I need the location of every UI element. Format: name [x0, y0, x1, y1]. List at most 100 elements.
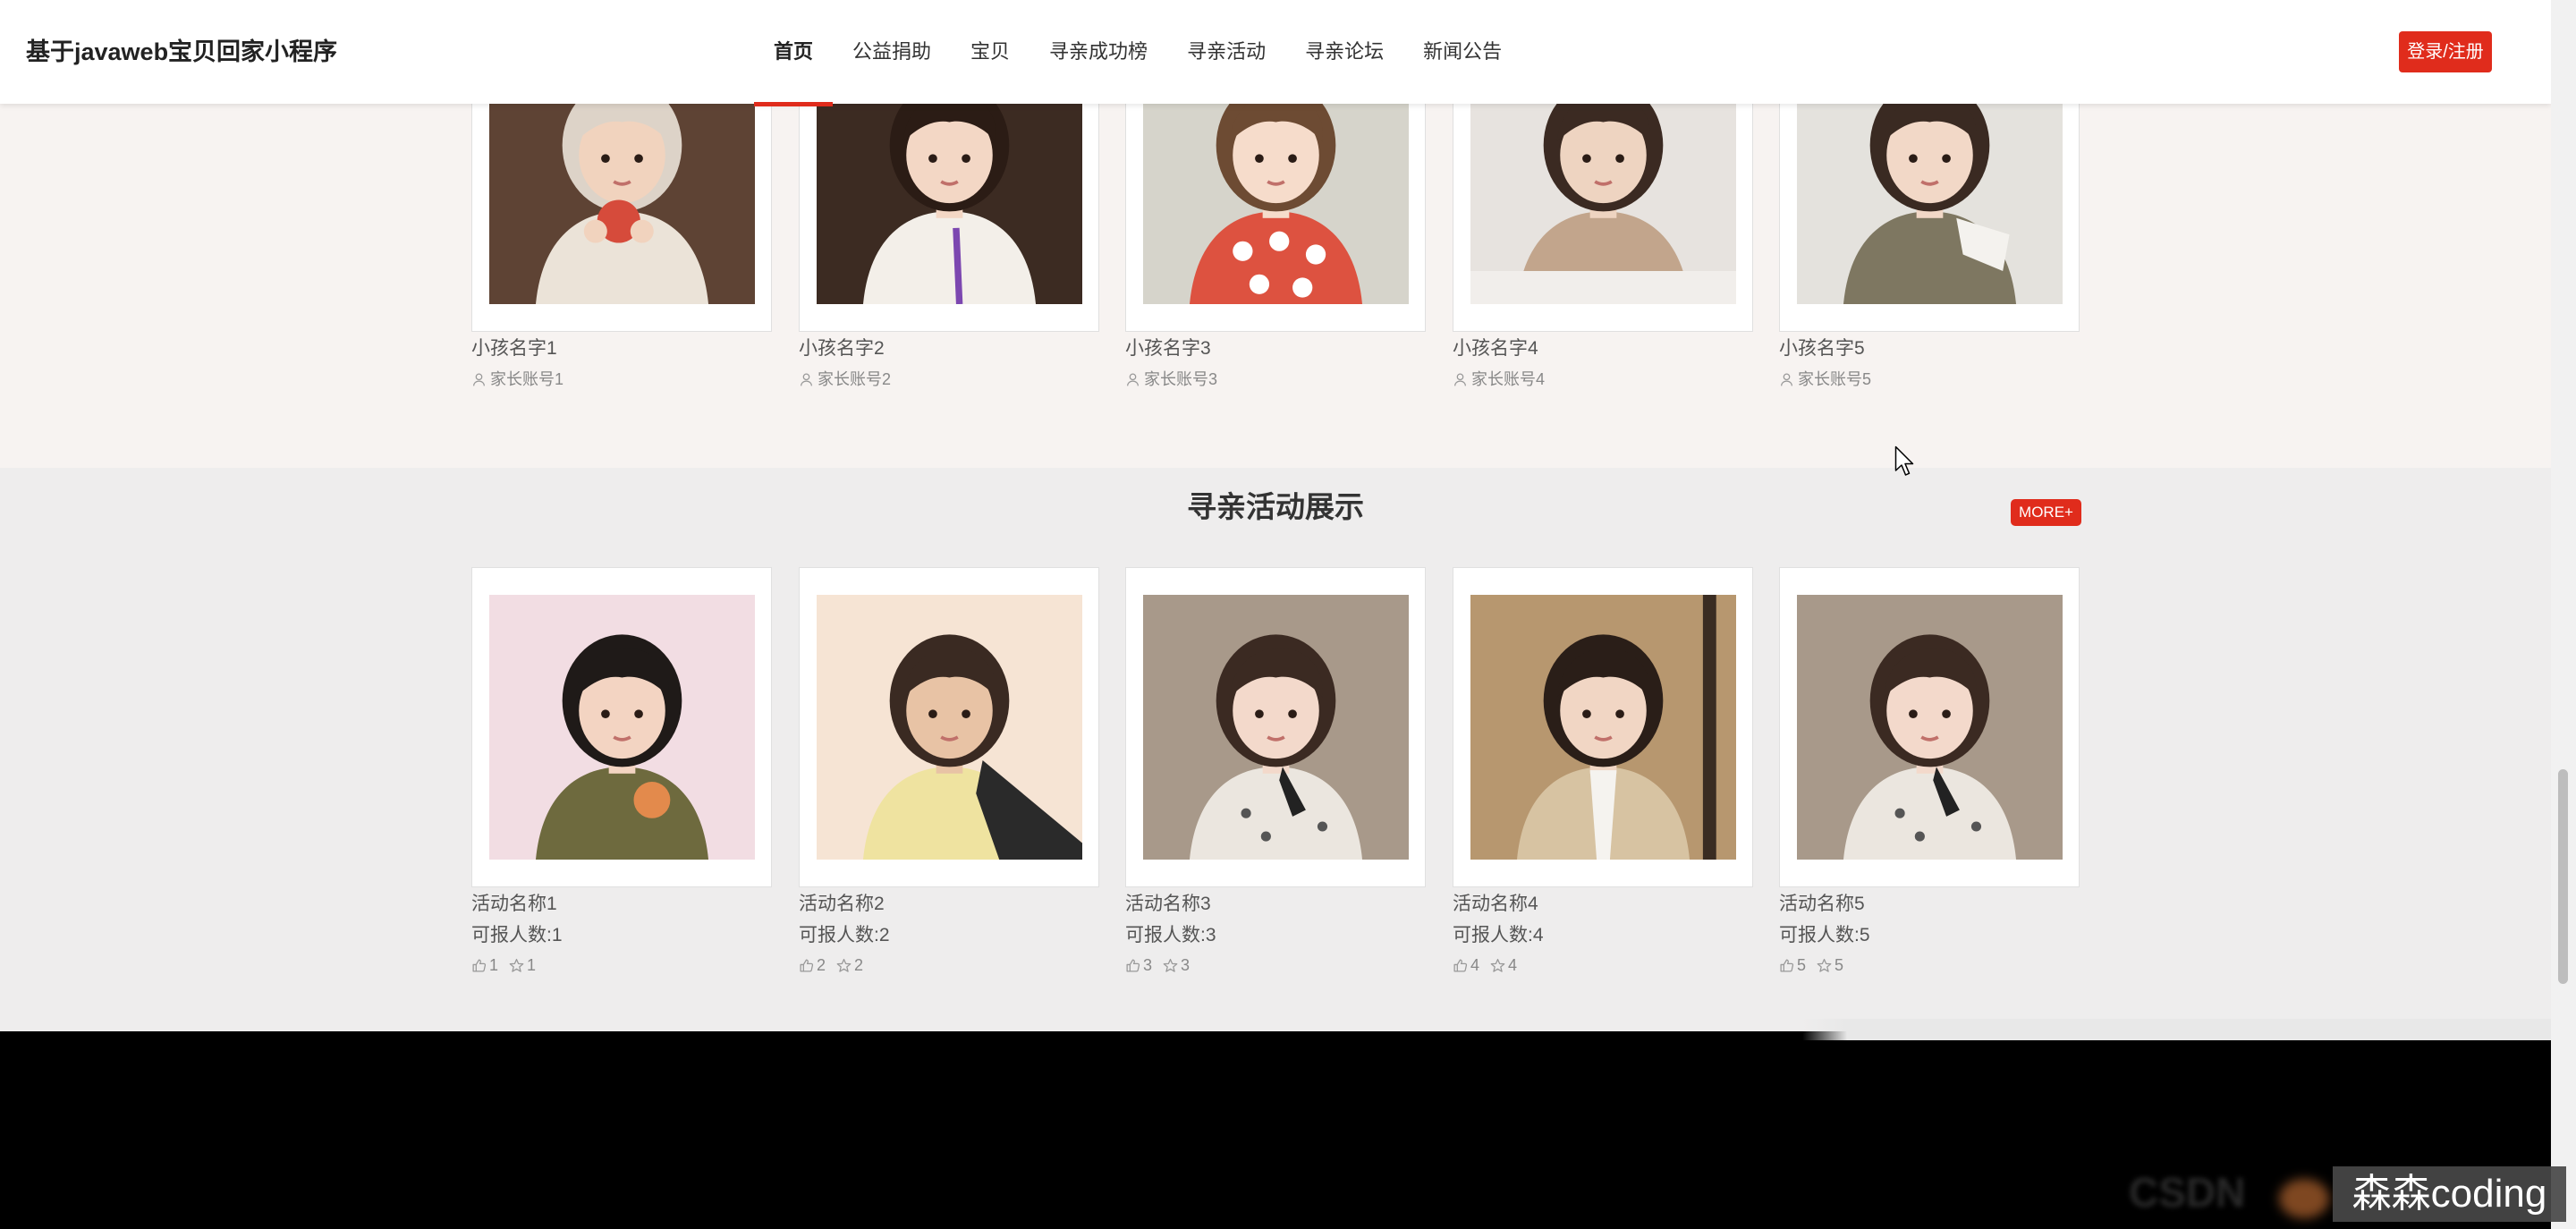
- child-name: 小孩名字1: [471, 338, 557, 359]
- person-icon: [1779, 372, 1794, 387]
- activity-stats: 1 1: [471, 955, 536, 975]
- child-name: 小孩名字3: [1125, 338, 1211, 359]
- activity-item: 活动名称1 可报人数:1 1 1: [471, 567, 772, 979]
- vertical-scrollbar[interactable]: [2551, 0, 2576, 1229]
- site-title[interactable]: 基于javaweb宝贝回家小程序: [26, 0, 337, 104]
- nav-item-success-list[interactable]: 寻亲成功榜: [1030, 0, 1167, 104]
- capacity-value: 2: [878, 925, 890, 945]
- favorite-count: 5: [1835, 956, 1844, 974]
- favorite-count: 1: [527, 956, 537, 974]
- capacity-value: 1: [551, 925, 563, 945]
- parent-account-label: 家长账号5: [1798, 370, 1872, 388]
- activity-item: 活动名称3 可报人数:3 3 3: [1125, 567, 1426, 979]
- nav-item-donation[interactable]: 公益捐助: [833, 0, 951, 104]
- nav-item-babies[interactable]: 宝贝: [951, 0, 1030, 104]
- more-button[interactable]: MORE+: [2011, 499, 2081, 526]
- capacity-value: 4: [1532, 925, 1544, 945]
- parent-account-label: 家长账号3: [1144, 370, 1218, 388]
- activity-item: 活动名称2 可报人数:2 2 2: [799, 567, 1099, 979]
- watermark: 森森coding: [2333, 1166, 2566, 1222]
- thumbs-up-icon[interactable]: [1779, 958, 1794, 973]
- thumbs-up-icon[interactable]: [471, 958, 487, 973]
- child-name: 小孩名字2: [799, 338, 885, 359]
- person-icon: [799, 372, 814, 387]
- activity-card[interactable]: [1779, 567, 2080, 887]
- activity-photo[interactable]: [1797, 595, 2063, 860]
- parent-account: 家长账号1: [471, 369, 564, 389]
- activity-card[interactable]: [1125, 567, 1426, 887]
- capacity-label: 可报人数:: [471, 925, 552, 945]
- overlay-strip: [1802, 1019, 2551, 1040]
- activity-item: 活动名称4 可报人数:4 4 4: [1453, 567, 1753, 979]
- nav-item-home[interactable]: 首页: [754, 0, 834, 106]
- activity-photo[interactable]: [489, 595, 755, 860]
- person-icon: [1453, 372, 1468, 387]
- mouse-cursor-icon: [1894, 445, 1914, 476]
- activity-stats: 3 3: [1125, 955, 1190, 975]
- nav-item-activities[interactable]: 寻亲活动: [1167, 0, 1285, 104]
- watermark-label: 森森coding: [2351, 1172, 2547, 1216]
- child-name: 小孩名字5: [1779, 338, 1865, 359]
- activity-name: 活动名称2: [799, 894, 885, 914]
- capacity: 可报人数:4: [1453, 925, 1544, 946]
- activity-name: 活动名称5: [1779, 894, 1865, 914]
- activity-name: 活动名称1: [471, 894, 557, 914]
- star-icon[interactable]: [1163, 958, 1178, 973]
- capacity-value: 5: [1859, 925, 1870, 945]
- favorite-count: 4: [1508, 956, 1518, 974]
- favorite-count: 2: [854, 956, 864, 974]
- capacity-label: 可报人数:: [799, 925, 879, 945]
- capacity-label: 可报人数:: [1779, 925, 1860, 945]
- activity-photo[interactable]: [817, 595, 1082, 860]
- like-count: 4: [1470, 956, 1480, 974]
- star-icon[interactable]: [1490, 958, 1505, 973]
- watermark-faint-text: CSDN: [2129, 1169, 2246, 1216]
- section-title: 寻亲活动展示: [1187, 490, 1364, 523]
- activity-name: 活动名称4: [1453, 894, 1538, 914]
- capacity: 可报人数:1: [471, 925, 563, 946]
- parent-account-label: 家长账号2: [818, 370, 892, 388]
- parent-account: 家长账号5: [1779, 369, 1871, 389]
- capacity-label: 可报人数:: [1125, 925, 1206, 945]
- like-count: 2: [817, 956, 826, 974]
- like-count: 3: [1143, 956, 1153, 974]
- star-icon[interactable]: [1817, 958, 1832, 973]
- capacity: 可报人数:3: [1125, 925, 1216, 946]
- activity-photo[interactable]: [1470, 595, 1736, 860]
- thumbs-up-icon[interactable]: [799, 958, 814, 973]
- capacity: 可报人数:2: [799, 925, 890, 946]
- capacity: 可报人数:5: [1779, 925, 1870, 946]
- like-count: 5: [1797, 956, 1807, 974]
- nav-item-news[interactable]: 新闻公告: [1403, 0, 1521, 104]
- favorite-count: 3: [1181, 956, 1191, 974]
- activity-stats: 5 5: [1779, 955, 1843, 975]
- capacity-value: 3: [1205, 925, 1216, 945]
- parent-account-label: 家长账号4: [1471, 370, 1546, 388]
- activity-stats: 2 2: [799, 955, 863, 975]
- nav-item-forum[interactable]: 寻亲论坛: [1285, 0, 1403, 104]
- star-icon[interactable]: [836, 958, 852, 973]
- activity-card[interactable]: [471, 567, 772, 887]
- person-icon: [1125, 372, 1140, 387]
- thumbs-up-icon[interactable]: [1453, 958, 1468, 973]
- parent-account: 家长账号4: [1453, 369, 1545, 389]
- star-icon[interactable]: [509, 958, 524, 973]
- parent-account: 家长账号2: [799, 369, 891, 389]
- activity-item: 活动名称5 可报人数:5 5 5: [1779, 567, 2080, 979]
- parent-account: 家长账号3: [1125, 369, 1217, 389]
- activity-name: 活动名称3: [1125, 894, 1211, 914]
- activity-photo[interactable]: [1143, 595, 1409, 860]
- person-icon: [471, 372, 487, 387]
- main-nav: 首页 公益捐助 宝贝 寻亲成功榜 寻亲活动 寻亲论坛 新闻公告: [754, 0, 1521, 106]
- activity-card[interactable]: [1453, 567, 1753, 887]
- top-header: 基于javaweb宝贝回家小程序 首页 公益捐助 宝贝 寻亲成功榜 寻亲活动 寻…: [0, 0, 2551, 106]
- scrollbar-thumb[interactable]: [2558, 769, 2568, 984]
- thumbs-up-icon[interactable]: [1125, 958, 1140, 973]
- parent-account-label: 家长账号1: [490, 370, 564, 388]
- like-count: 1: [489, 956, 499, 974]
- activity-card[interactable]: [799, 567, 1099, 887]
- login-register-button[interactable]: 登录/注册: [2399, 31, 2492, 72]
- activity-stats: 4 4: [1453, 955, 1517, 975]
- capacity-label: 可报人数:: [1453, 925, 1533, 945]
- child-name: 小孩名字4: [1453, 338, 1538, 359]
